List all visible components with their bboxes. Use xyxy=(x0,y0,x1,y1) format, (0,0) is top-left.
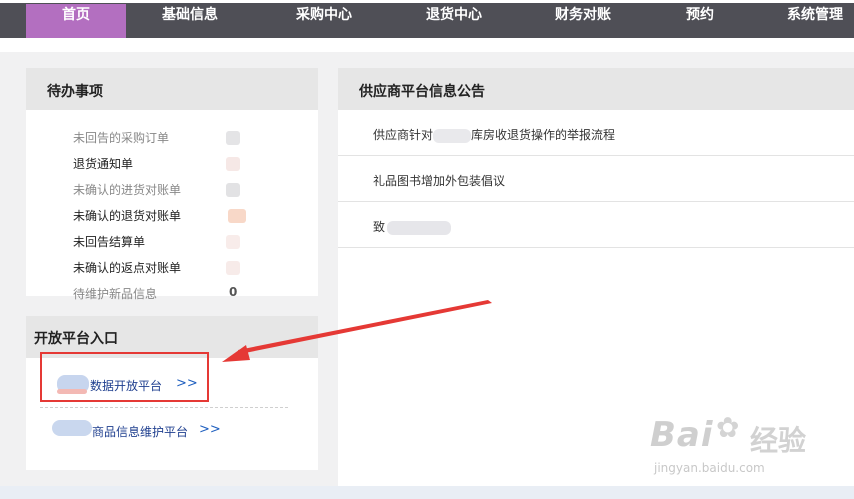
todo-item-unreplied-orders[interactable]: 未回告的采购订单 xyxy=(73,129,169,146)
todo-item-return-notice[interactable]: 退货通知单 xyxy=(73,155,133,172)
footer-strip xyxy=(0,486,854,499)
notice-text-part: 库房收退货操作的举报流程 xyxy=(471,128,616,142)
highlight-box xyxy=(40,352,209,402)
notice-item[interactable]: 致 xyxy=(338,202,854,248)
blurred-count xyxy=(226,183,240,197)
blurred-logo xyxy=(52,420,92,436)
blurred-count xyxy=(226,235,240,249)
blurred-count xyxy=(226,261,240,275)
blurred-count xyxy=(226,157,240,171)
blurred-text xyxy=(433,128,472,143)
todo-item-rebate-statement[interactable]: 未确认的返点对账单 xyxy=(73,259,181,276)
notice-text-part: 供应商针对 xyxy=(373,128,434,142)
blurred-text xyxy=(387,220,452,235)
todo-title: 待办事项 xyxy=(47,84,103,100)
blurred-count xyxy=(226,131,240,145)
portal-divider xyxy=(40,407,288,408)
todo-item-purchase-statement[interactable]: 未确认的进货对账单 xyxy=(73,181,181,198)
watermark-brand: Bai xyxy=(650,415,714,455)
notice-item-text[interactable]: 礼品图书增加外包装倡议 xyxy=(373,172,505,189)
watermark-brand-tail: 经验 xyxy=(750,424,807,457)
nav-home[interactable]: 首页 xyxy=(26,4,126,38)
nav-system[interactable]: 系统管理 xyxy=(775,4,854,38)
watermark-url: jingyan.baidu.com xyxy=(654,461,765,475)
baidu-jingyan-watermark: Bai ✿ 经验 jingyan.baidu.com xyxy=(650,405,850,485)
product-info-platform-link[interactable]: 商品信息维护平台 xyxy=(92,423,188,440)
notice-item[interactable]: 礼品图书增加外包装倡议 xyxy=(338,156,854,202)
notice-header: 供应商平台信息公告 xyxy=(338,68,854,110)
new-products-count: 0 xyxy=(229,285,238,299)
notice-item-text[interactable]: 供应商针对 库房收退货操作的举报流程 xyxy=(373,126,615,143)
nav-basic-info[interactable]: 基础信息 xyxy=(150,4,230,38)
nav-finance[interactable]: 财务对账 xyxy=(543,4,623,38)
notice-item[interactable]: 供应商针对 库房收退货操作的举报流程 xyxy=(338,110,854,156)
todo-panel: 待办事项 未回告的采购订单 退货通知单 未确认的进货对账单 未确认的退货对账单 … xyxy=(26,68,318,301)
notice-title: 供应商平台信息公告 xyxy=(359,84,485,100)
todo-item-settlement[interactable]: 未回告结算单 xyxy=(73,233,145,250)
portal-title: 开放平台入口 xyxy=(34,331,118,347)
nav-appointment[interactable]: 预约 xyxy=(670,4,730,38)
blurred-count xyxy=(228,209,246,223)
notice-item-text[interactable]: 致 xyxy=(373,218,452,235)
nav-return-center[interactable]: 退货中心 xyxy=(414,4,494,38)
todo-header: 待办事项 xyxy=(26,68,318,110)
todo-item-return-statement[interactable]: 未确认的退货对账单 xyxy=(73,207,181,224)
todo-item-new-products[interactable]: 待维护新品信息 xyxy=(73,285,157,302)
nav-purchase-center[interactable]: 采购中心 xyxy=(284,4,364,38)
top-nav: 首页 基础信息 采购中心 退货中心 财务对账 预约 系统管理 xyxy=(0,0,854,38)
top-strip xyxy=(0,0,854,3)
notice-text-part: 致 xyxy=(373,220,386,234)
paw-icon: ✿ xyxy=(716,411,740,444)
chevron-right-icon[interactable]: >> xyxy=(199,422,221,437)
